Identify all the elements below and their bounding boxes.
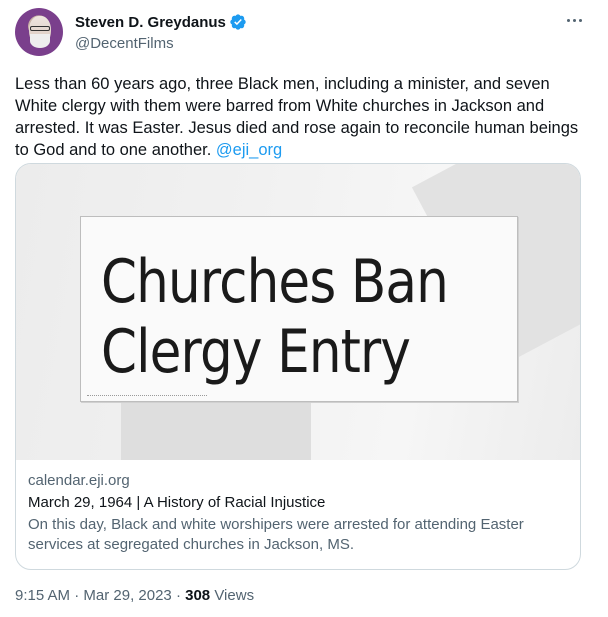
clipping-headline: Churches Ban Clergy Entry — [101, 247, 449, 387]
clipping-fine-print — [87, 395, 207, 399]
tweet: Steven D. Greydanus @DecentFilms Less th… — [0, 0, 608, 617]
author-block: Steven D. Greydanus @DecentFilms — [75, 12, 247, 54]
avatar-glasses — [30, 26, 50, 31]
views-label: Views — [214, 587, 255, 604]
tweet-footer: 9:15 AM · Mar 29, 2023 · 308 Views — [15, 586, 254, 606]
more-dot — [566, 18, 570, 22]
card-domain: calendar.eji.org — [28, 472, 130, 489]
more-options-button[interactable] — [562, 10, 586, 30]
views-count[interactable]: 308 — [185, 587, 210, 604]
link-card[interactable]: Churches Ban Clergy Entry calendar.eji.o… — [15, 163, 581, 570]
more-dot — [572, 18, 576, 22]
tweet-date[interactable]: Mar 29, 2023 — [83, 587, 171, 604]
tweet-text: Less than 60 years ago, three Black men,… — [15, 73, 585, 161]
card-meta: calendar.eji.org March 29, 1964 | A Hist… — [28, 471, 568, 555]
mention-link[interactable]: @eji_org — [216, 141, 282, 159]
name-row: Steven D. Greydanus — [75, 12, 247, 32]
headline-line-1: Churches Ban — [101, 247, 449, 317]
avatar[interactable] — [15, 8, 63, 56]
verified-badge-icon — [230, 14, 246, 30]
footer-separator: · — [175, 587, 181, 604]
display-name[interactable]: Steven D. Greydanus — [75, 14, 226, 31]
handle[interactable]: @DecentFilms — [75, 34, 247, 54]
newspaper-clipping: Churches Ban Clergy Entry — [80, 216, 518, 402]
tweet-body: Less than 60 years ago, three Black men,… — [15, 75, 579, 159]
image-shadow — [121, 394, 311, 460]
more-dot — [578, 18, 582, 22]
avatar-beard — [30, 34, 50, 48]
card-image[interactable]: Churches Ban Clergy Entry — [16, 164, 580, 460]
headline-line-2: Clergy Entry — [101, 317, 411, 387]
tweet-time[interactable]: 9:15 AM — [15, 587, 70, 604]
card-title: March 29, 1964 | A History of Racial Inj… — [28, 494, 326, 511]
card-description: On this day, Black and white worshipers … — [28, 516, 524, 553]
footer-separator: · — [74, 587, 80, 604]
